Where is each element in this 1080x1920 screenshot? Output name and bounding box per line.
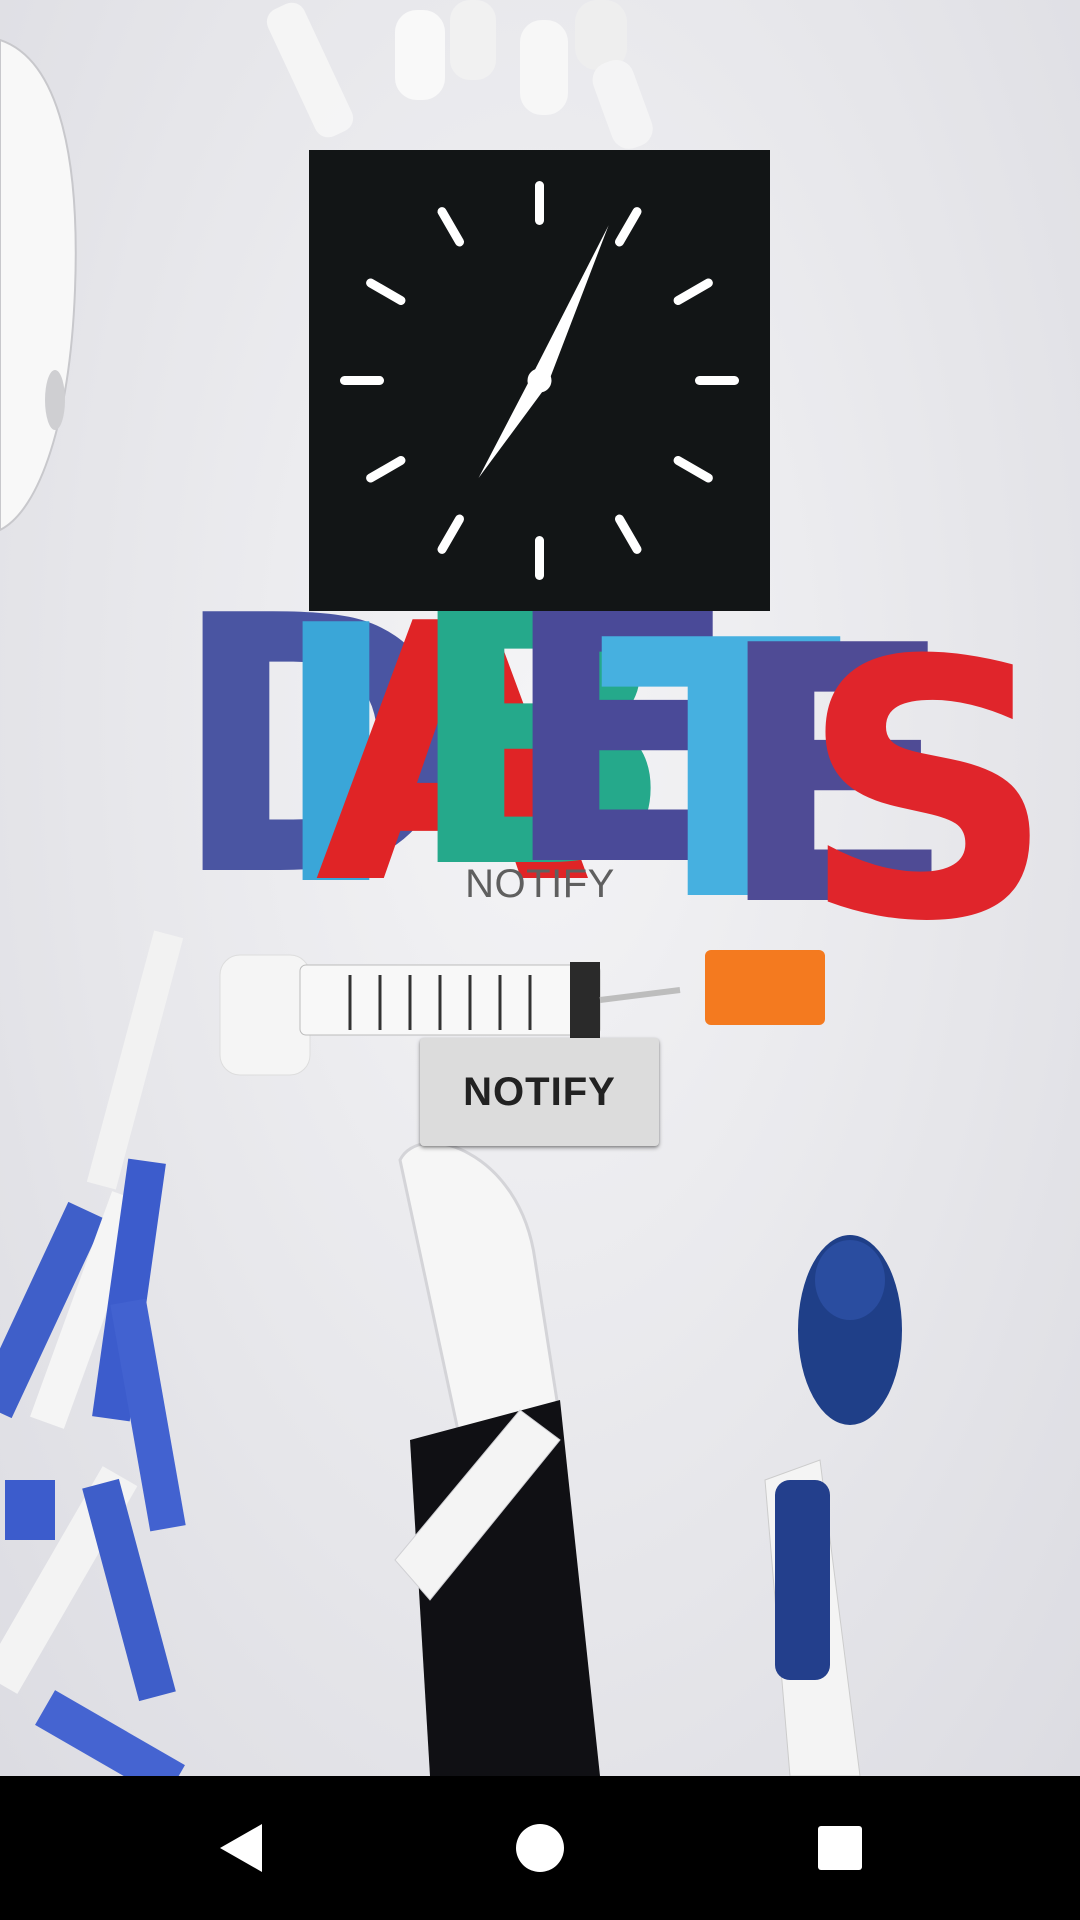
pills-cluster — [266, 0, 653, 149]
clock-minute-hand — [531, 225, 609, 385]
back-icon — [220, 1824, 262, 1872]
letter-s: S — [800, 585, 1056, 999]
clock-tick — [615, 514, 642, 554]
notify-text: NOTIFY — [465, 862, 615, 906]
recent-apps-button[interactable] — [790, 1798, 890, 1898]
home-icon — [516, 1824, 564, 1872]
clock-tick — [366, 456, 406, 483]
clock-tick — [437, 207, 464, 247]
app-screen: D I A B E T E S NOTIFY NOTIFY — [0, 0, 1080, 1776]
glucometer-device — [0, 38, 77, 532]
clock-tick — [366, 278, 406, 305]
back-button[interactable] — [190, 1798, 290, 1898]
clock-face — [340, 181, 739, 580]
test-strips — [0, 930, 186, 1776]
navigation-bar — [0, 1776, 1080, 1920]
clock-tick — [437, 514, 464, 554]
clock-center — [527, 368, 552, 393]
notify-button[interactable]: NOTIFY — [420, 1038, 659, 1146]
recent-apps-icon — [818, 1826, 862, 1870]
clock-tick — [673, 456, 713, 483]
home-button[interactable] — [490, 1798, 590, 1898]
lancet-pen — [764, 1235, 902, 1776]
test-kit-bottle — [394, 1141, 600, 1776]
clock-tick — [615, 207, 642, 247]
clock-tick — [673, 278, 713, 305]
analog-clock — [309, 150, 770, 611]
